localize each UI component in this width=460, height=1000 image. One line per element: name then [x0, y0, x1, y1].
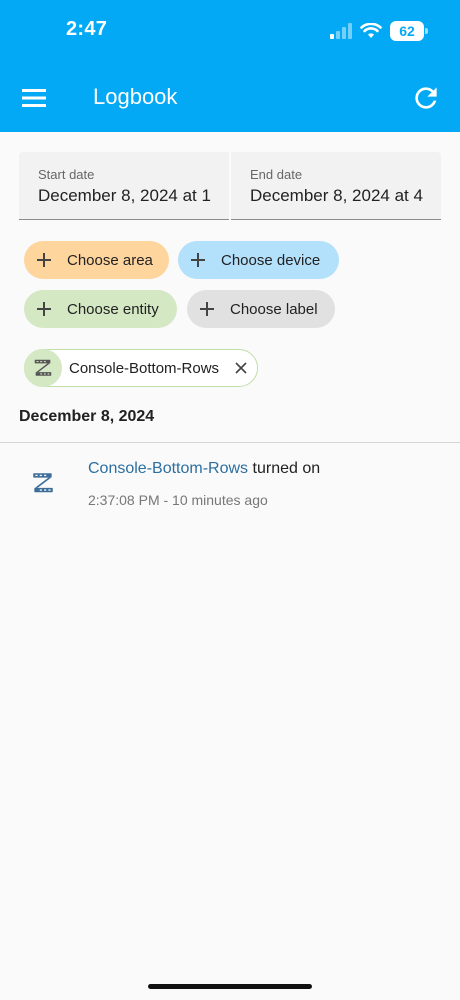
plus-icon [200, 302, 214, 316]
end-date-value: December 8, 2024 at 4 [250, 186, 423, 205]
log-action: turned on [252, 460, 321, 477]
selected-entity-chip[interactable]: Console-Bottom-Rows [24, 349, 258, 387]
log-date-header: December 8, 2024 [19, 408, 155, 425]
log-entry: Console-Bottom-Rows turned on 2:37:08 PM… [0, 452, 460, 522]
choose-device-label: Choose device [221, 251, 321, 269]
start-date-value: December 8, 2024 at 1 [38, 186, 211, 205]
selected-entity-name: Console-Bottom-Rows [69, 359, 220, 377]
start-date-field[interactable]: Start date December 8, 2024 at 1 [19, 152, 229, 220]
refresh-button[interactable] [410, 82, 442, 114]
led-strip-icon [34, 359, 52, 376]
choose-entity-button[interactable]: Choose entity [24, 290, 177, 328]
wifi-icon [360, 23, 382, 38]
choose-label-label: Choose label [230, 300, 318, 318]
led-strip-icon [33, 473, 53, 493]
refresh-icon [415, 87, 437, 109]
log-timestamp: 2:37:08 PM - 10 minutes ago [88, 492, 268, 508]
entity-link[interactable]: Console-Bottom-Rows [88, 460, 248, 477]
divider [0, 442, 460, 443]
cellular-signal-icon [330, 23, 352, 39]
home-indicator[interactable] [148, 984, 312, 989]
end-date-label: End date [250, 167, 303, 182]
entity-avatar [24, 349, 62, 387]
start-date-label: Start date [38, 167, 95, 182]
choose-area-button[interactable]: Choose area [24, 241, 169, 279]
battery-indicator: 62 [390, 21, 428, 41]
status-icons: 62 [330, 20, 428, 42]
log-entry-text: Console-Bottom-Rows turned on [88, 460, 320, 478]
plus-icon [37, 302, 51, 316]
choose-label-button[interactable]: Choose label [187, 290, 335, 328]
plus-icon [37, 253, 51, 267]
choose-device-button[interactable]: Choose device [178, 241, 339, 279]
page-title: Logbook [93, 84, 178, 109]
end-date-field[interactable]: End date December 8, 2024 at 4 [231, 152, 441, 220]
plus-icon [191, 253, 205, 267]
choose-entity-label: Choose entity [67, 300, 159, 318]
close-icon[interactable] [234, 361, 248, 375]
hamburger-menu-icon [22, 89, 46, 107]
app-header: 2:47 62 Logbook [0, 0, 460, 132]
status-time: 2:47 [66, 18, 108, 40]
menu-button[interactable] [18, 82, 50, 114]
battery-level: 62 [399, 23, 415, 39]
choose-area-label: Choose area [67, 251, 153, 269]
